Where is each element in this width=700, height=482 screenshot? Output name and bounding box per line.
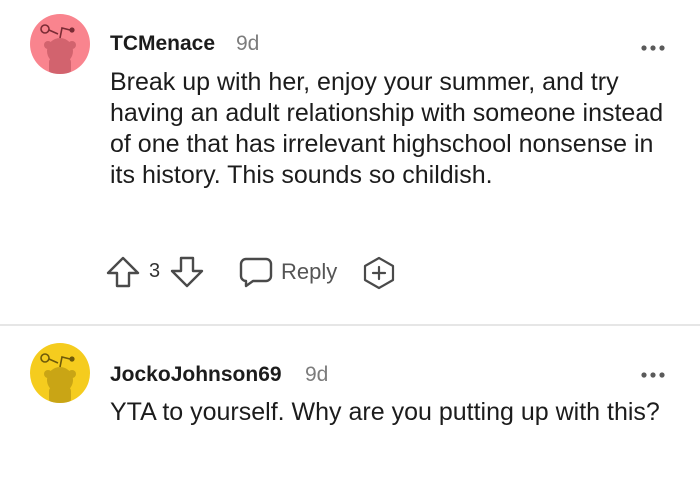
plus-hexagon-icon [363, 256, 395, 290]
user-avatar[interactable] [30, 14, 90, 74]
vote-count: 3 [149, 260, 161, 282]
comment-author[interactable]: JockoJohnson69 [110, 363, 282, 387]
comment: TCMenace 9d Break up with her, enjoy you… [0, 0, 700, 325]
speech-bubble-icon [239, 257, 273, 288]
up-arrow-icon [106, 256, 140, 288]
snoo-avatar-icon [30, 14, 90, 74]
user-avatar[interactable] [30, 343, 90, 403]
comment-body: YTA to yourself. Why are you putting up … [110, 398, 660, 426]
upvote-button[interactable] [106, 256, 140, 293]
ellipsis-icon [641, 45, 665, 51]
more-options-button[interactable] [640, 40, 666, 51]
snoo-avatar-icon [30, 343, 90, 403]
comment-timestamp: 9d [305, 363, 329, 386]
comment-timestamp: 9d [236, 32, 260, 55]
more-options-button[interactable] [640, 367, 666, 378]
comment: JockoJohnson69 9d YTA to yourself. Why a… [0, 325, 700, 481]
award-button[interactable] [362, 256, 396, 295]
reply-button[interactable]: Reply [239, 254, 337, 290]
downvote-button[interactable] [170, 256, 204, 293]
comment-author[interactable]: TCMenace [110, 32, 215, 56]
reply-label: Reply [281, 259, 338, 284]
comment-body: Break up with her, enjoy your summer, an… [110, 68, 664, 189]
down-arrow-icon [170, 256, 204, 288]
ellipsis-icon [641, 372, 665, 378]
